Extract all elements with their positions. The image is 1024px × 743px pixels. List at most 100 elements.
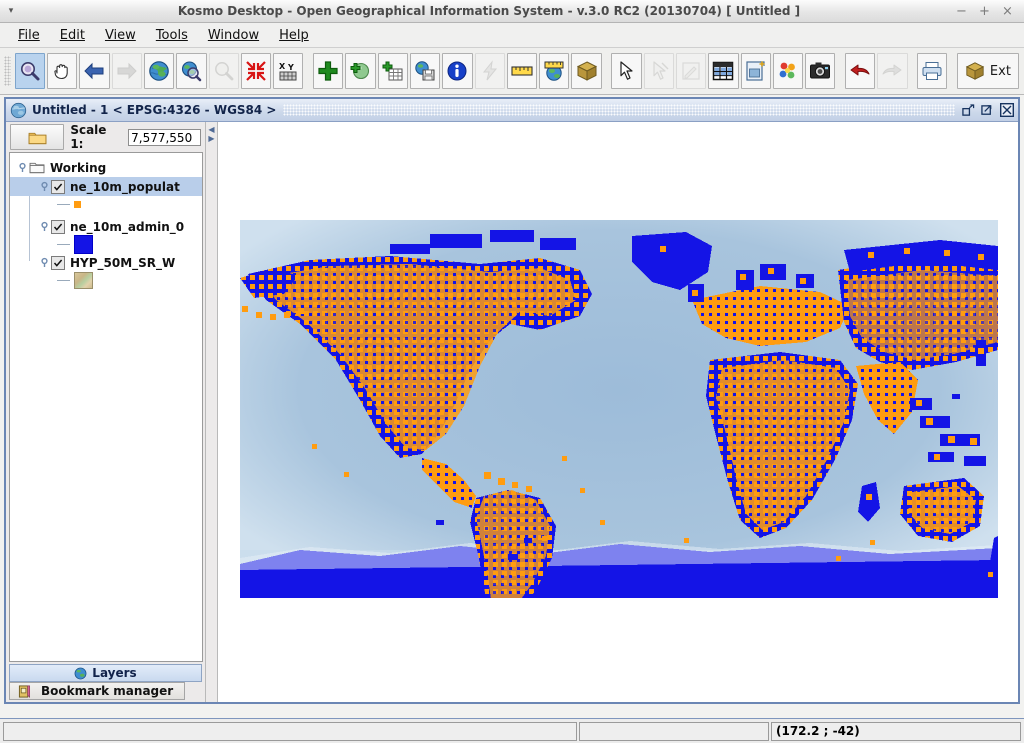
map-view[interactable]: [218, 122, 1018, 702]
collapse-right-icon[interactable]: ▶: [208, 135, 214, 143]
menu-edit[interactable]: Edit: [50, 25, 95, 46]
layer-row-population[interactable]: ne_10m_populat: [10, 177, 202, 196]
pan-tool-button[interactable]: [46, 53, 78, 89]
tab-bookmark-manager-label: Bookmark manager: [41, 684, 174, 698]
mdi-drag-area[interactable]: [282, 104, 955, 116]
measure-distance-button[interactable]: [506, 53, 538, 89]
measure-geodetic-button[interactable]: [539, 53, 570, 89]
deselect-tool-button[interactable]: [643, 53, 674, 89]
scale-input[interactable]: 7,577,550: [128, 128, 201, 146]
extensions-button[interactable]: Ext: [956, 53, 1019, 89]
open-project-button[interactable]: [10, 124, 65, 150]
tree-connector: [57, 204, 70, 205]
toolbar-grip[interactable]: [4, 56, 11, 86]
arrows-inward-icon: [245, 60, 267, 82]
menu-tools-label: Tools: [155, 27, 188, 43]
save-layer-button[interactable]: [409, 53, 441, 89]
forward-extent-button[interactable]: [111, 53, 142, 89]
map-canvas[interactable]: [240, 220, 998, 598]
layer-label-hypso: HYP_50M_SR_W: [70, 255, 176, 270]
folder-icon: [28, 130, 47, 145]
add-table-layer-button[interactable]: [377, 53, 408, 89]
zoom-full-extent-button[interactable]: [143, 53, 175, 89]
package-tool-button[interactable]: [571, 53, 602, 89]
layer-row-admin[interactable]: ne_10m_admin_0: [10, 217, 202, 236]
tab-bookmark-manager[interactable]: Bookmark manager: [9, 682, 185, 700]
add-wms-layer-button[interactable]: [345, 53, 376, 89]
maximize-button[interactable]: +: [979, 5, 990, 18]
close-button[interactable]: ×: [1002, 5, 1013, 18]
menu-window[interactable]: Window: [198, 25, 269, 46]
zoom-to-fit-button[interactable]: [240, 53, 272, 89]
mdi-maximize-button[interactable]: [980, 103, 995, 118]
cursor-deselect-icon: [648, 60, 670, 82]
menu-tools[interactable]: Tools: [146, 25, 198, 46]
layer-checkbox-admin[interactable]: [51, 219, 65, 234]
feature-info-button[interactable]: [442, 53, 473, 89]
zoom-to-selected-button[interactable]: [208, 53, 239, 89]
select-tool-button[interactable]: [611, 53, 642, 89]
tree-connector: [57, 280, 70, 281]
layer-row-hypso[interactable]: HYP_50M_SR_W: [10, 253, 202, 272]
globe-icon: [8, 101, 28, 119]
goto-xy-button[interactable]: XY: [273, 53, 304, 89]
folder-open-icon: [29, 161, 45, 174]
ruler-icon: [511, 60, 533, 82]
layers-panel: Scale 1: 7,577,550 Working ne_10m_popula…: [6, 122, 206, 702]
status-coordinates: (172.2 ; -42): [771, 721, 1021, 741]
undo-arrow-icon: [849, 61, 871, 81]
add-layer-button[interactable]: [312, 53, 344, 89]
expander-icon[interactable]: [38, 221, 51, 232]
edit-geometry-button[interactable]: [675, 53, 707, 89]
mdi-restore-button[interactable]: [961, 103, 976, 118]
tab-layers[interactable]: Layers: [9, 664, 202, 682]
minimize-button[interactable]: −: [956, 5, 967, 18]
status-secondary: [579, 721, 769, 741]
menu-help[interactable]: Help: [269, 25, 319, 46]
back-extent-button[interactable]: [79, 53, 110, 89]
redo-button[interactable]: [877, 53, 908, 89]
undo-button[interactable]: [844, 53, 876, 89]
magnifier-icon: [19, 60, 41, 82]
scale-label: Scale 1:: [70, 123, 107, 151]
screenshot-button[interactable]: [805, 53, 836, 89]
globe-icon: [74, 667, 87, 680]
layout-new-icon: [745, 60, 767, 82]
save-globe-icon: [414, 60, 436, 82]
color-dots-icon: [777, 60, 799, 82]
lightning-icon: [479, 60, 501, 82]
window-controls: − + ×: [956, 5, 1024, 18]
xy-coordinate-icon: XY: [277, 60, 299, 82]
layer-checkbox-population[interactable]: [51, 179, 65, 194]
menu-file[interactable]: File: [8, 25, 50, 46]
status-message: [3, 721, 577, 741]
grid-table-icon: [712, 61, 734, 81]
layer-label-population: ne_10m_populat: [70, 179, 180, 194]
expander-icon[interactable]: [16, 162, 29, 173]
menu-view[interactable]: View: [95, 25, 146, 46]
menu-window-label: Window: [207, 27, 260, 43]
symbology-button[interactable]: [772, 53, 804, 89]
window-menu-arrow[interactable]: ▾: [0, 6, 22, 16]
cursor-arrow-icon: [615, 60, 637, 82]
arrow-right-icon: [116, 62, 138, 80]
layer-checkbox-hypso[interactable]: [51, 255, 65, 270]
collapse-left-icon[interactable]: ◀: [208, 126, 214, 134]
panel-splitter[interactable]: ◀ ▶: [206, 122, 218, 702]
table-plus-icon: [382, 60, 404, 82]
expander-icon[interactable]: [38, 181, 51, 192]
attribute-table-button[interactable]: [708, 53, 739, 89]
expander-icon[interactable]: [38, 257, 51, 268]
mdi-window-controls: [961, 103, 1016, 118]
mdi-title-label: Untitled - 1 < EPSG:4326 - WGS84 >: [32, 103, 277, 117]
layers-tree[interactable]: Working ne_10m_populat ne_10m_admin_0 HY…: [9, 152, 203, 662]
globe-ruler-icon: [543, 60, 565, 82]
mdi-close-button[interactable]: [999, 103, 1014, 118]
menu-help-label: Help: [279, 27, 309, 43]
new-layout-button[interactable]: [740, 53, 771, 89]
zoom-in-tool-button[interactable]: [14, 53, 45, 89]
print-button[interactable]: [917, 53, 948, 89]
flash-feature-button[interactable]: [474, 53, 505, 89]
zoom-to-layer-button[interactable]: [176, 53, 207, 89]
tree-root-working[interactable]: Working: [10, 158, 202, 177]
